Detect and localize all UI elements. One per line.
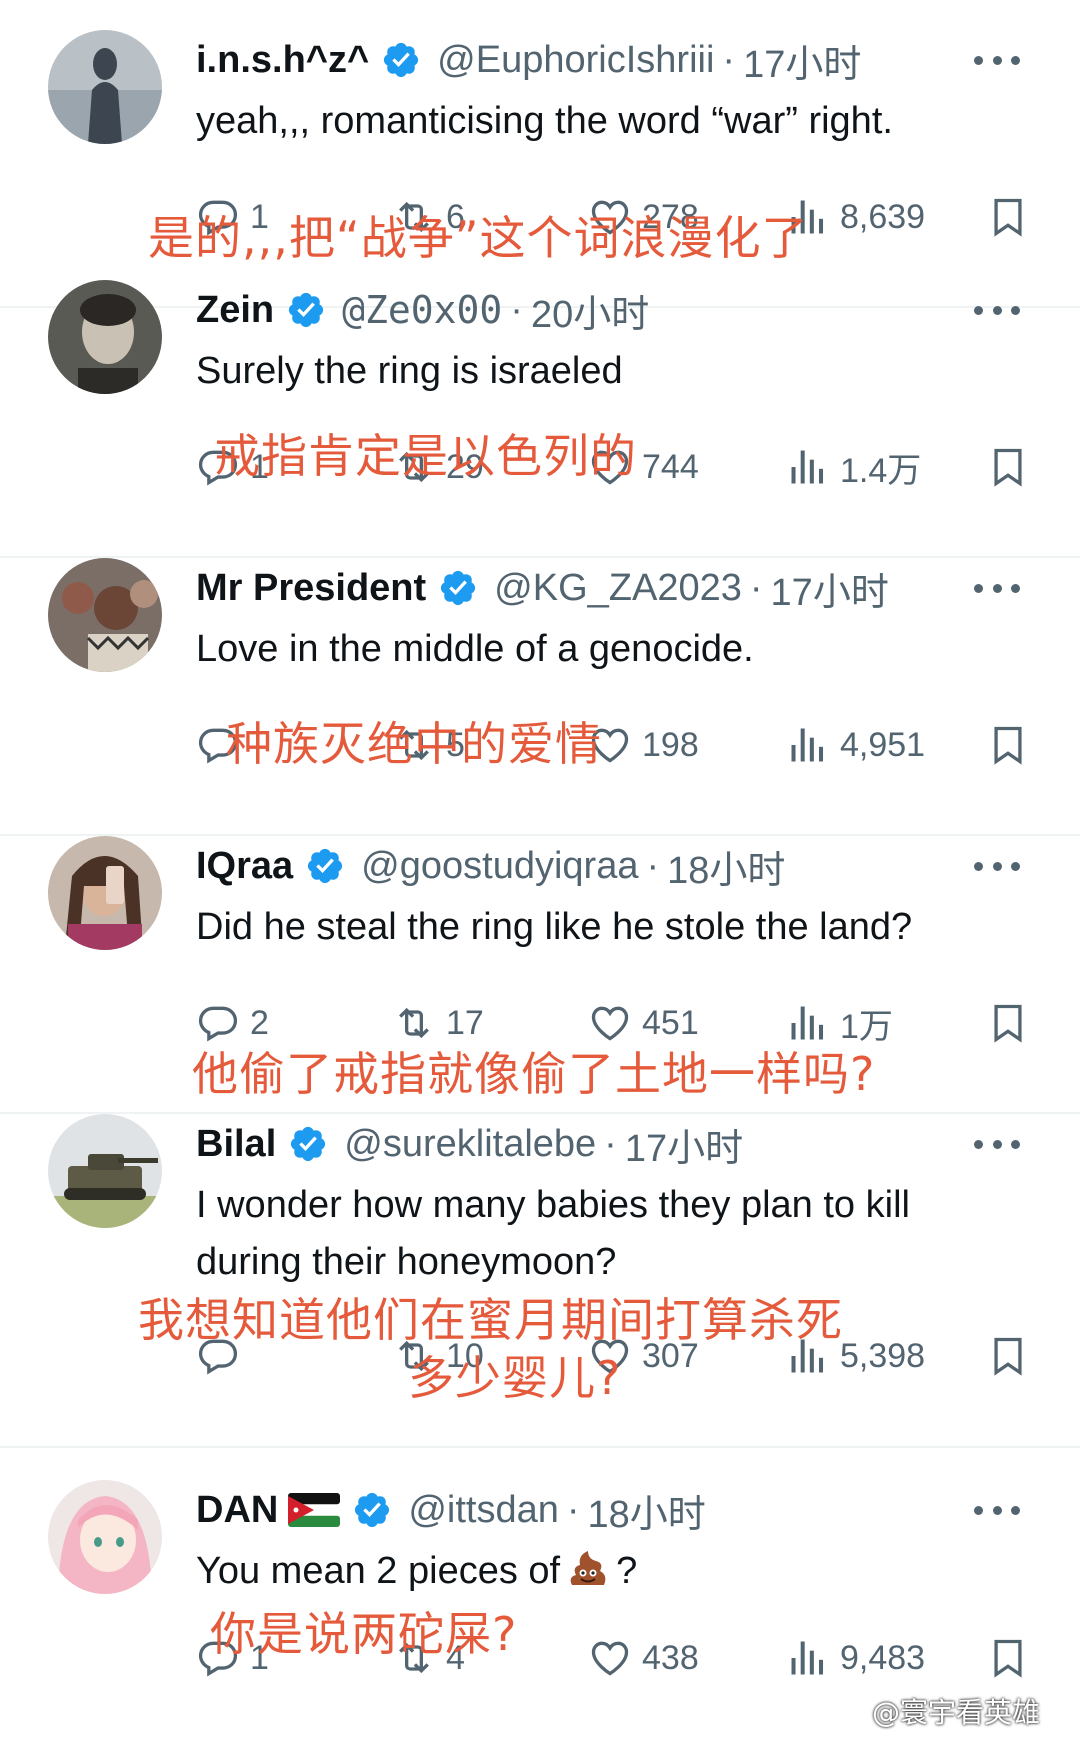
more-options-icon[interactable] — [974, 30, 1020, 90]
divider — [0, 1446, 1080, 1448]
jordan-flag-icon — [288, 1493, 341, 1527]
more-options-icon[interactable] — [974, 1114, 1020, 1174]
views-chart-icon — [791, 1006, 824, 1040]
more-options-icon[interactable] — [974, 280, 1020, 340]
tank-avatar[interactable] — [48, 1114, 162, 1228]
separator-dot: · — [566, 1488, 580, 1531]
chinese-translation: 戒指肯定是以色列的 — [214, 429, 637, 483]
bookmark-button[interactable] — [986, 435, 1030, 499]
reply-text: Did he steal the ring like he stole the … — [196, 906, 913, 948]
display-name[interactable]: Zein — [196, 289, 274, 332]
reply-text: I wonder how many babies they plan to ki… — [196, 1184, 910, 1283]
verified-badge-icon — [289, 292, 324, 328]
retweet-icon — [399, 1007, 429, 1039]
watermark: @寰宇看英雄 — [871, 1696, 1040, 1729]
bookmark-icon — [994, 448, 1022, 487]
reply-card[interactable]: Mr President @KG_ZA2023 · 17小时 Love in t… — [0, 558, 1080, 836]
chinese-translation: 你是说两砣屎? — [210, 1607, 518, 1661]
views-chart-icon — [791, 1641, 824, 1675]
portrait-avatar[interactable] — [48, 280, 162, 394]
bookmark-icon — [994, 198, 1022, 237]
crowd-avatar[interactable] — [48, 558, 162, 672]
timestamp[interactable]: 17小时 — [625, 1117, 743, 1172]
views-button[interactable]: 1.4万 — [786, 435, 921, 499]
display-name[interactable]: Bilal — [196, 1123, 276, 1166]
separator-dot: · — [749, 566, 763, 609]
views-button[interactable]: 4,951 — [786, 713, 925, 777]
handle[interactable]: @ittsdan — [408, 1489, 559, 1532]
bookmark-icon — [994, 1337, 1022, 1376]
verified-badge-icon — [355, 1492, 390, 1528]
verified-badge-icon — [384, 42, 419, 78]
handle[interactable]: @EuphoricIshriii — [437, 39, 714, 82]
reply-text: Surely the ring is israeled — [196, 350, 623, 392]
bookmark-button[interactable] — [986, 713, 1030, 777]
display-name[interactable]: i.n.s.h^z^ — [196, 39, 369, 82]
bookmark-icon — [994, 726, 1022, 765]
timestamp[interactable]: 17小时 — [743, 33, 861, 88]
selfie-avatar[interactable] — [48, 836, 162, 950]
reply-text: You mean 2 pieces of? — [196, 1543, 1026, 1600]
reply-text: Love in the middle of a genocide. — [196, 628, 754, 670]
views-button[interactable]: 9,483 — [786, 1626, 925, 1690]
reply-text: yeah,,, romanticising the word “war” rig… — [196, 100, 893, 142]
chinese-translation: 是的,,,把“战争”这个词浪漫化了 — [148, 211, 809, 265]
separator-dot: · — [646, 844, 660, 887]
poop-emoji-icon — [570, 1551, 606, 1585]
views-chart-icon — [791, 450, 824, 484]
views-chart-icon — [791, 728, 824, 762]
verified-badge-icon — [308, 848, 343, 884]
chinese-translation-line-2: 多少婴儿? — [408, 1351, 622, 1405]
reply-card[interactable]: IQraa @goostudyiqraa · 18小时 Did he steal… — [0, 836, 1080, 1114]
chinese-translation-line-1: 我想知道他们在蜜月期间打算杀死 — [138, 1293, 843, 1347]
more-options-icon[interactable] — [974, 836, 1020, 896]
timestamp[interactable]: 20小时 — [531, 283, 649, 338]
verified-badge-icon — [291, 1126, 326, 1162]
display-name[interactable]: Mr President — [196, 567, 426, 610]
more-options-icon[interactable] — [974, 558, 1020, 618]
like-button[interactable]: 438 — [588, 1626, 699, 1690]
handle[interactable]: @Ze0x00 — [342, 288, 502, 332]
bookmark-icon — [994, 1004, 1022, 1043]
reply-card[interactable]: Zein @Ze0x00 · 20小时 Surely the ring is i… — [0, 280, 1080, 558]
display-name[interactable]: IQraa — [196, 845, 293, 888]
like-button[interactable]: 198 — [588, 713, 699, 777]
display-name[interactable]: DAN — [196, 1489, 278, 1532]
bookmark-button[interactable] — [986, 991, 1030, 1055]
chinese-translation: 种族灭绝中的爱情 — [226, 717, 602, 771]
timestamp[interactable]: 18小时 — [667, 839, 785, 894]
separator-dot: · — [604, 1122, 617, 1165]
heart-icon — [591, 1006, 629, 1041]
reply-card[interactable]: i.n.s.h^z^ @EuphoricIshriii · 17小时 yeah,… — [0, 30, 1080, 308]
anime-avatar[interactable] — [48, 1480, 162, 1594]
more-options-icon[interactable] — [974, 1480, 1020, 1540]
separator-dot: · — [722, 38, 736, 81]
handle[interactable]: @sureklitalebe — [344, 1123, 596, 1166]
chinese-translation: 他偷了戒指就像偷了土地一样吗? — [192, 1047, 876, 1101]
verified-badge-icon — [441, 570, 476, 606]
handle[interactable]: @KG_ZA2023 — [494, 567, 742, 610]
heart-icon — [591, 1641, 629, 1676]
reply-icon — [198, 1006, 238, 1042]
bookmark-button[interactable] — [986, 1324, 1030, 1388]
timestamp[interactable]: 17小时 — [771, 561, 889, 616]
bookmark-button[interactable] — [986, 1626, 1030, 1690]
reply-card[interactable]: Bilal @sureklitalebe · 17小时 I wonder how… — [0, 1114, 1080, 1448]
separator-dot: · — [510, 288, 523, 331]
timestamp[interactable]: 18小时 — [588, 1483, 706, 1538]
bookmark-icon — [994, 1639, 1022, 1678]
bookmark-button[interactable] — [986, 185, 1030, 249]
handle[interactable]: @goostudyiqraa — [361, 845, 638, 888]
silhouette-avatar[interactable] — [48, 30, 162, 144]
